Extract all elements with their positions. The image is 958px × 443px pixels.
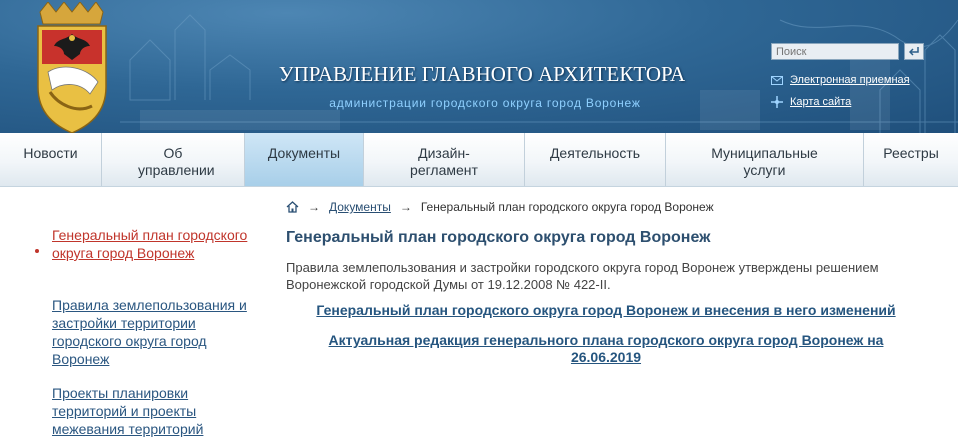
nav-item-news[interactable]: Новости <box>0 133 101 186</box>
envelope-icon <box>771 75 783 85</box>
nav-item-label: Реестры <box>883 145 939 161</box>
header-link-label: Карта сайта <box>790 96 852 108</box>
home-icon[interactable] <box>286 201 299 213</box>
header-link-sitemap[interactable]: Карта сайта <box>771 96 852 109</box>
general-plan-amendments-link[interactable]: Генеральный план городского округа город… <box>286 302 926 319</box>
site-header: УПРАВЛЕНИЕ ГЛАВНОГО АРХИТЕКТОРА админист… <box>0 0 958 133</box>
sitemap-icon <box>771 96 783 109</box>
site-subtitle: администрации городского округа город Во… <box>329 96 641 110</box>
coat-of-arms-logo <box>37 2 107 133</box>
page-title: Генеральный план городского округа город… <box>286 229 711 246</box>
nav-item-label: Документы <box>267 145 341 161</box>
nav-item-label: Об управлении <box>138 145 215 178</box>
search-submit-button[interactable] <box>904 43 924 60</box>
header-link-label: Электронная приемная <box>790 74 910 86</box>
header-link-reception[interactable]: Электронная приемная <box>771 74 910 86</box>
search-input[interactable] <box>771 43 899 60</box>
breadcrumb-item-documents[interactable]: Документы <box>329 200 391 214</box>
site-title: УПРАВЛЕНИЕ ГЛАВНОГО АРХИТЕКТОРА <box>278 62 686 86</box>
nav-item-design-code[interactable]: Дизайн-регламент <box>363 133 524 186</box>
nav-item-label: Дизайн-регламент <box>410 145 478 178</box>
breadcrumb-separator: → <box>399 200 412 214</box>
nav-item-label: Деятельность <box>549 145 641 161</box>
general-plan-current-edition-link[interactable]: Актуальная редакция генерального плана г… <box>286 332 926 366</box>
breadcrumb-separator: → <box>308 200 320 214</box>
breadcrumb: → Документы → Генеральный план городского о… <box>286 200 714 214</box>
nav-item-registries[interactable]: Реестры <box>863 133 958 186</box>
nav-item-activity[interactable]: Деятельность <box>524 133 665 186</box>
sidebar-item-general-plan[interactable]: Генеральный план городского округа город… <box>52 226 252 262</box>
nav-item-about[interactable]: Об управлении <box>101 133 244 186</box>
nav-item-documents[interactable]: Документы <box>244 133 363 186</box>
current-item-bullet <box>35 249 39 253</box>
sidebar-item-land-use-rules[interactable]: Правила землепользования и застройки тер… <box>52 296 252 368</box>
nav-item-municipal-services[interactable]: Муниципальные услуги <box>665 133 863 186</box>
enter-arrow-icon <box>909 47 919 56</box>
nav-item-label: Новости <box>23 145 78 161</box>
main-navigation: Новости Об управлении Документы Дизайн-р… <box>0 133 958 187</box>
breadcrumb-item-current: Генеральный план городского округа город… <box>420 200 714 214</box>
page-description: Правила землепользования и застройки гор… <box>286 260 879 292</box>
nav-item-label: Муниципальные услуги <box>711 145 818 178</box>
sidebar-item-planning-projects[interactable]: Проекты планировки территорий и проекты … <box>52 384 227 438</box>
